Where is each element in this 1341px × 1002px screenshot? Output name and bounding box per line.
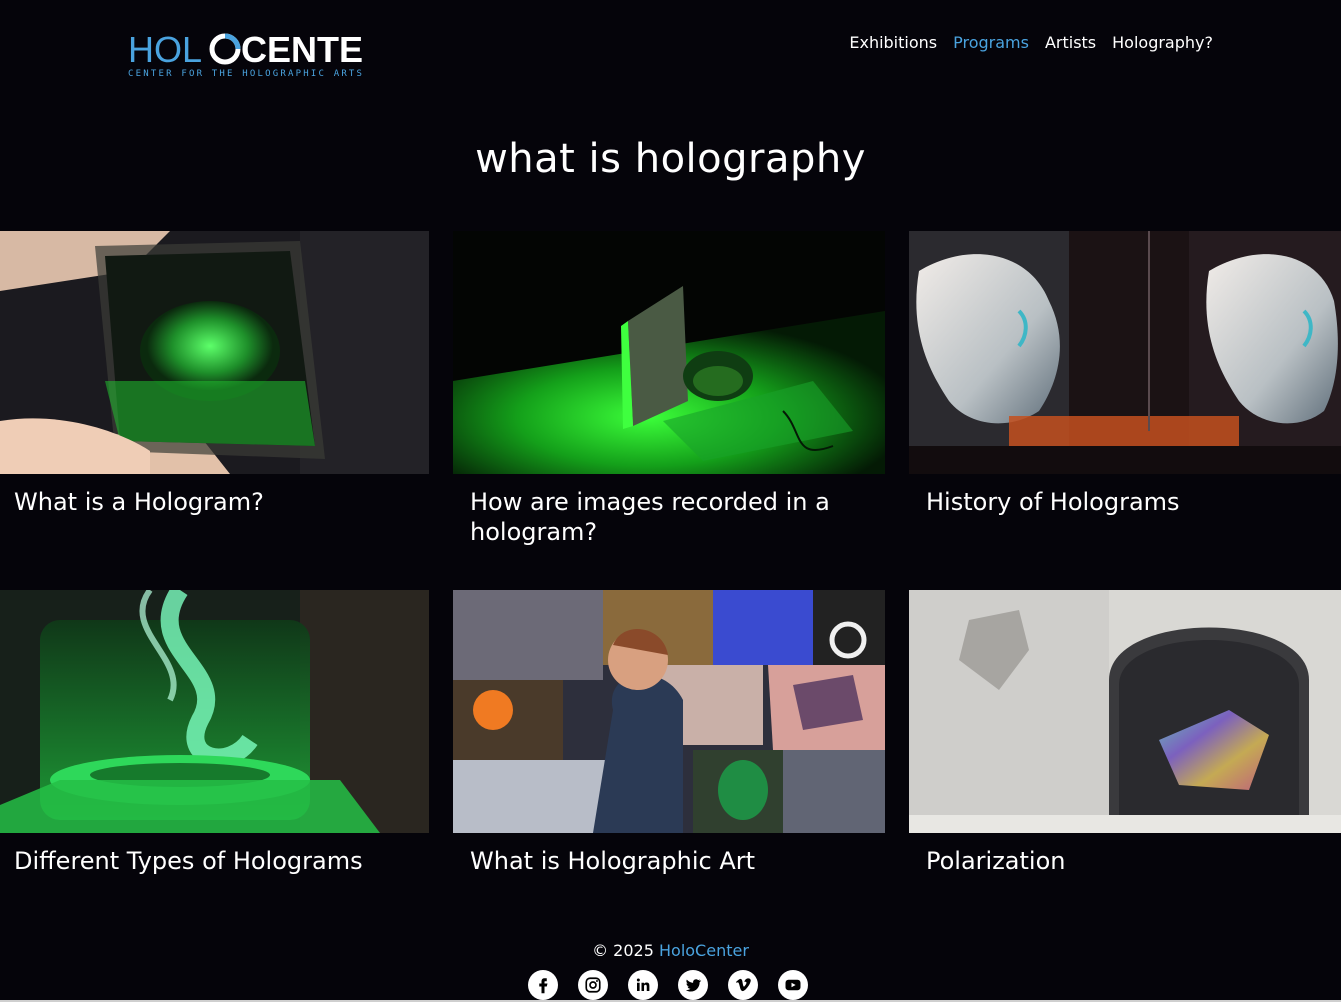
card-what-is-a-hologram[interactable]: What is a Hologram?	[0, 231, 429, 561]
youtube-icon[interactable]	[778, 970, 808, 1000]
card-title[interactable]: What is Holographic Art	[470, 846, 871, 876]
twitter-icon[interactable]	[678, 970, 708, 1000]
card-image[interactable]	[0, 590, 429, 833]
card-image[interactable]	[909, 590, 1341, 833]
linkedin-icon[interactable]	[628, 970, 658, 1000]
nav-holography[interactable]: Holography?	[1112, 33, 1213, 53]
card-history-of-holograms[interactable]: History of Holograms	[909, 231, 1341, 561]
main-nav: Exhibitions Programs Artists Holography?	[849, 33, 1213, 53]
logo-text-left: HOL	[128, 29, 202, 70]
card-image[interactable]	[453, 231, 885, 474]
card-how-images-recorded[interactable]: How are images recorded in a hologram?	[453, 231, 885, 561]
card-title[interactable]: Polarization	[926, 846, 1327, 876]
card-image[interactable]	[909, 231, 1341, 474]
card-title[interactable]: How are images recorded in a hologram?	[470, 487, 871, 547]
card-image[interactable]	[0, 231, 429, 474]
card-what-is-holographic-art[interactable]: What is Holographic Art	[453, 590, 885, 890]
vimeo-icon[interactable]	[728, 970, 758, 1000]
holocenter-logo[interactable]: HOL CENTER CENTER FOR THE HOLOGRAPHIC AR…	[124, 28, 389, 80]
site-header: HOL CENTER CENTER FOR THE HOLOGRAPHIC AR…	[0, 0, 1341, 100]
logo-tagline: CENTER FOR THE HOLOGRAPHIC ARTS	[128, 69, 364, 79]
card-title[interactable]: What is a Hologram?	[14, 487, 415, 517]
footer-brand-link[interactable]: HoloCenter	[659, 941, 749, 960]
social-links	[528, 970, 808, 1000]
card-different-types[interactable]: Different Types of Holograms	[0, 590, 429, 890]
card-polarization[interactable]: Polarization	[909, 590, 1341, 890]
copyright-text: © 2025	[592, 941, 654, 960]
facebook-icon[interactable]	[528, 970, 558, 1000]
card-title[interactable]: Different Types of Holograms	[14, 846, 415, 876]
nav-artists[interactable]: Artists	[1045, 33, 1096, 53]
nav-exhibitions[interactable]: Exhibitions	[849, 33, 937, 53]
logo-text-right: CENTER	[241, 29, 364, 70]
nav-programs[interactable]: Programs	[953, 33, 1029, 53]
page-title: what is holography	[475, 136, 866, 182]
card-title[interactable]: History of Holograms	[926, 487, 1327, 517]
card-image[interactable]	[453, 590, 885, 833]
footer-copyright: © 2025 HoloCenter	[0, 940, 1341, 962]
instagram-icon[interactable]	[578, 970, 608, 1000]
